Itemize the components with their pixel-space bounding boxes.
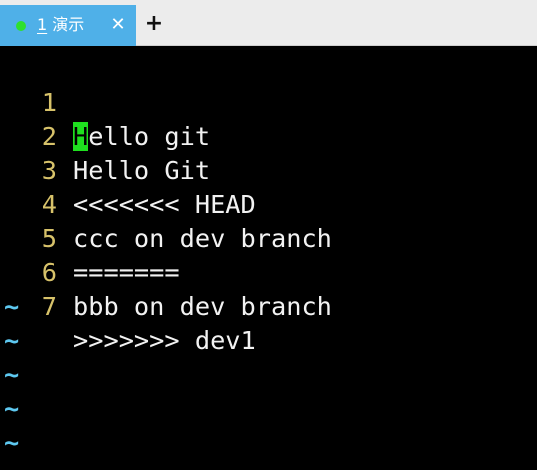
- tab-label: 1 演示: [37, 14, 84, 36]
- empty-line-tilde: ~: [4, 360, 20, 389]
- editor-line: 4 ccc on dev branch: [0, 154, 537, 253]
- tab-title: 演示: [52, 15, 85, 34]
- tab-bar: 1 演示 ✕ +: [0, 0, 537, 46]
- vim-editor[interactable]: 1 Hello git 2 Hello Git 3 <<<<<<< HEAD 4…: [0, 46, 537, 470]
- new-tab-plus-icon[interactable]: +: [143, 12, 165, 36]
- close-icon[interactable]: ✕: [108, 13, 128, 37]
- editor-line: 6 bbb on dev branch: [0, 222, 537, 321]
- line-text: bbb on dev branch: [73, 292, 332, 321]
- tab-demo[interactable]: 1 演示 ✕: [0, 5, 136, 46]
- empty-line-tilde: ~: [4, 292, 20, 321]
- empty-line-tilde: ~: [4, 428, 20, 457]
- editor-line: 1 Hello git: [0, 52, 537, 151]
- tab-number: 1: [37, 15, 48, 34]
- empty-line-tilde: ~: [4, 394, 20, 423]
- editor-line: 7 >>>>>>> dev1: [0, 256, 537, 355]
- connection-status-dot-icon: [16, 21, 26, 31]
- editor-line: 3 <<<<<<< HEAD: [0, 120, 537, 219]
- empty-line-tilde: ~: [4, 326, 20, 355]
- editor-line: 2 Hello Git: [0, 86, 537, 185]
- editor-line: 5 =======: [0, 188, 537, 287]
- line-text: >>>>>>> dev1: [73, 326, 256, 355]
